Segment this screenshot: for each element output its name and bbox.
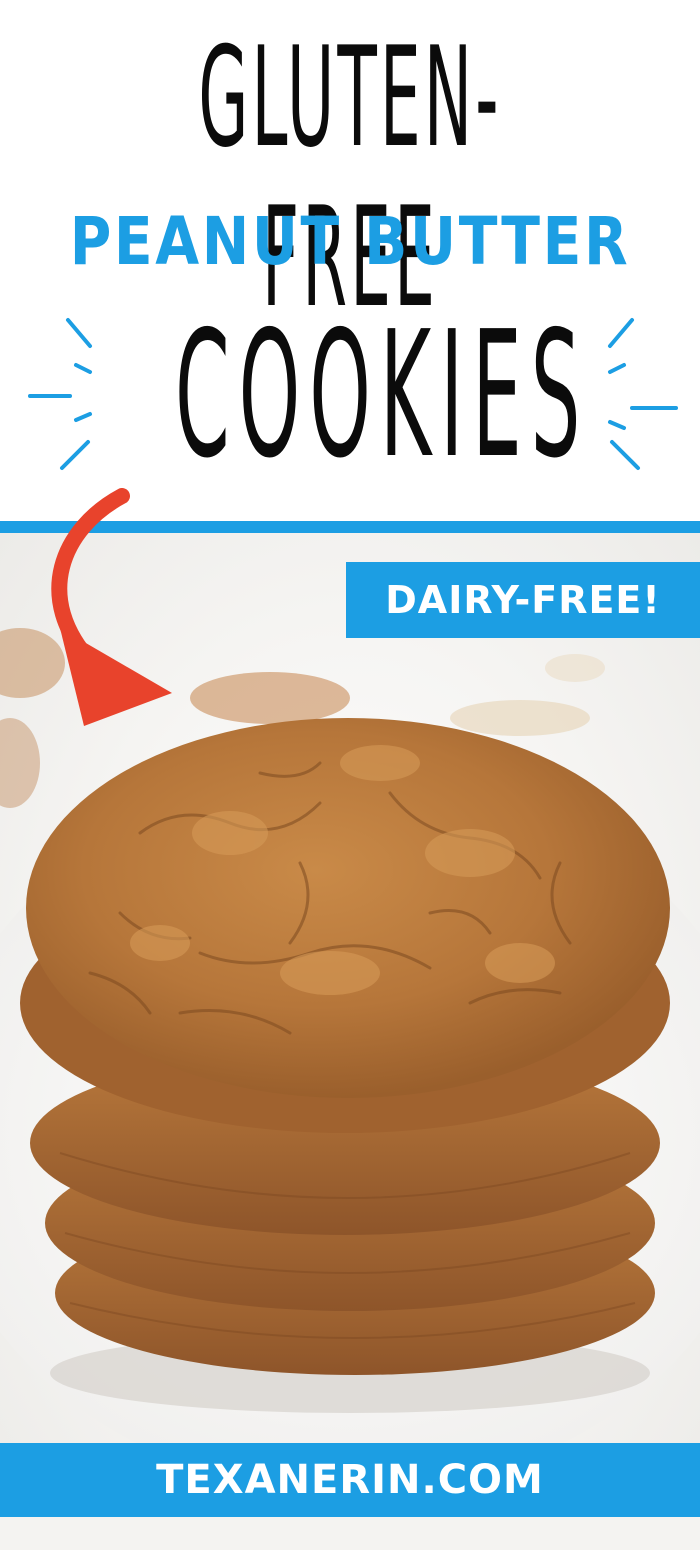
site-footer[interactable]: TEXANERIN.COM (0, 1443, 700, 1517)
title-gluten-free: GLUTEN-FREE (198, 17, 502, 338)
sparkle-burst-left-icon (28, 318, 92, 470)
title-header: GLUTEN-FREE PEANUT BUTTER COOKIES (0, 0, 700, 520)
recipe-pin: GLUTEN-FREE PEANUT BUTTER COOKIES DAIRY-… (0, 0, 700, 1550)
curved-arrow-icon (51, 488, 172, 726)
bottom-strip (0, 1517, 700, 1550)
title-cookies: COOKIES (175, 294, 590, 497)
sparkle-burst-right-icon (608, 318, 678, 470)
dairy-free-badge: DAIRY-FREE! (346, 562, 700, 638)
title-peanut-butter: PEANUT BUTTER (69, 203, 631, 280)
